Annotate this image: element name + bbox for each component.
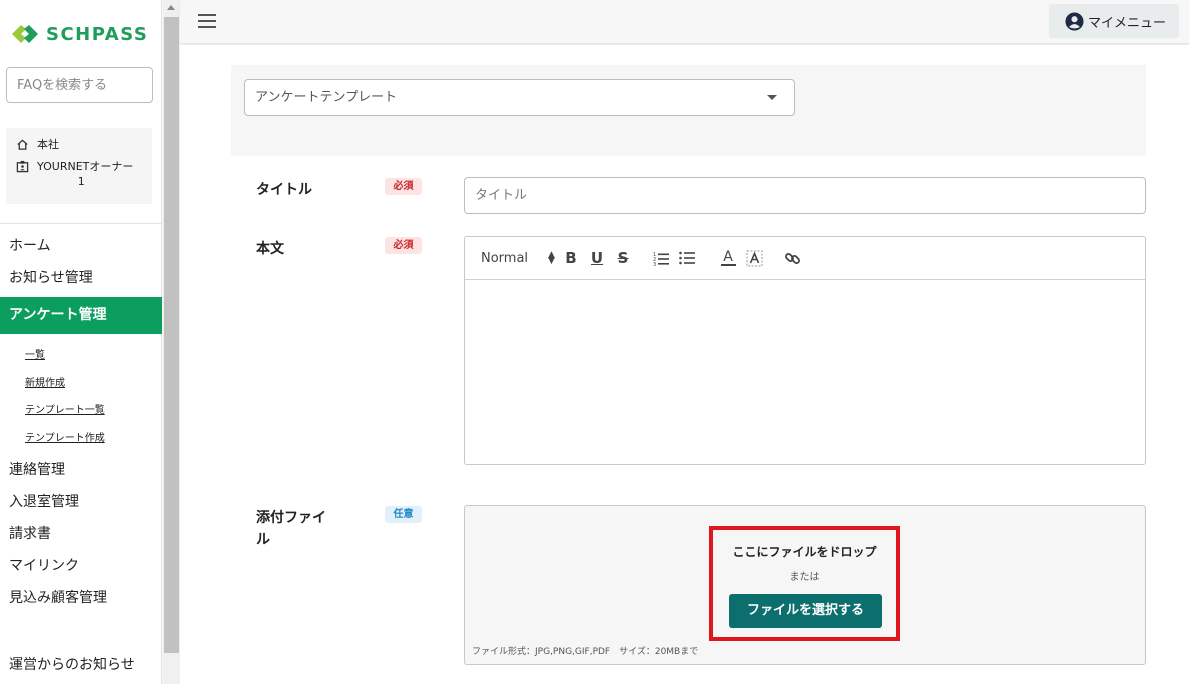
survey-submenu: 一覧 新規作成 テンプレート一覧 テンプレート作成 — [0, 342, 162, 452]
title-required-badge: 必須 — [385, 178, 422, 195]
sidebar-divider — [0, 223, 162, 224]
org-company-label: 本社 — [37, 138, 59, 151]
link-icon — [784, 252, 800, 264]
org-user[interactable]: YOURNETオーナー 1 — [16, 159, 142, 189]
title-label: タイトル — [256, 182, 312, 198]
sidebar-item-mylink[interactable]: マイリンク — [0, 553, 162, 579]
sidebar-item-home[interactable]: ホーム — [0, 233, 162, 259]
scroll-up-icon[interactable] — [167, 5, 175, 10]
mymenu-label: マイメニュー — [1088, 15, 1167, 31]
survey-sub-template-new[interactable]: テンプレート作成 — [0, 425, 162, 453]
title-input[interactable] — [464, 177, 1146, 214]
org-user-label: YOURNETオーナー 1 — [37, 159, 133, 189]
sidebar-item-invoice[interactable]: 請求書 — [0, 521, 162, 547]
sidebar-nav: ホーム お知らせ管理 アンケート管理 一覧 新規作成 テンプレート一覧 テンプレ… — [0, 233, 162, 617]
attach-optional-badge: 任意 — [385, 506, 422, 523]
sidebar-item-ops-notice[interactable]: 運営からのお知らせ — [9, 654, 135, 674]
survey-sub-list[interactable]: 一覧 — [0, 342, 162, 370]
file-dropzone[interactable]: ここにファイルをドロップ または ファイルを選択する ファイル形式：JPG,PN… — [464, 505, 1146, 665]
updown-icon: ▲ ▼ — [548, 250, 555, 266]
editor-body[interactable] — [465, 281, 1145, 465]
sidebar-item-notice[interactable]: お知らせ管理 — [0, 265, 162, 291]
scroll-thumb[interactable] — [164, 17, 179, 653]
bold-button[interactable]: B — [561, 248, 581, 268]
sidebar-item-survey[interactable]: アンケート管理 — [0, 297, 162, 334]
org-user-num: 1 — [77, 175, 85, 188]
attach-label: 添付ファイ ル — [256, 507, 326, 551]
logo-icon — [12, 25, 38, 43]
sidebar-item-prospect[interactable]: 見込み顧客管理 — [0, 585, 162, 611]
template-select-placeholder: アンケートテンプレート — [255, 90, 398, 105]
body-required-badge: 必須 — [385, 237, 422, 254]
id-badge-icon — [16, 160, 29, 173]
drop-text: ここにファイルをドロップ — [732, 545, 877, 559]
menu-toggle-icon[interactable] — [198, 14, 216, 28]
user-avatar-icon — [1065, 11, 1084, 31]
sidebar-item-contact[interactable]: 連絡管理 — [0, 457, 162, 483]
background-color-icon — [746, 250, 762, 266]
template-select[interactable]: アンケートテンプレート — [244, 79, 795, 116]
bold-icon: B — [565, 249, 577, 267]
highlight-box: ここにファイルをドロップ または ファイルを選択する — [709, 526, 900, 641]
caret-down-icon — [767, 95, 777, 100]
attach-label-line1: 添付ファイ — [256, 510, 326, 526]
logo[interactable]: SCHPASS — [10, 20, 148, 48]
ordered-list-icon: 1 2 3 — [653, 252, 669, 266]
background-color-button[interactable] — [745, 248, 763, 268]
body-label: 本文 — [256, 241, 284, 257]
faq-search-input[interactable] — [6, 67, 153, 103]
format-select-label: Normal — [481, 250, 529, 266]
svg-text:3: 3 — [653, 262, 656, 266]
template-panel: アンケートテンプレート — [231, 65, 1146, 156]
link-button[interactable] — [783, 248, 801, 268]
bullet-list-button[interactable] — [677, 248, 697, 268]
select-file-button[interactable]: ファイルを選択する — [729, 594, 882, 628]
sidebar: SCHPASS 本社 YOURNETオーナー 1 ホーム お知らせ管理 ア — [0, 0, 162, 684]
attach-label-line2: ル — [256, 532, 270, 548]
strike-button[interactable]: S — [613, 248, 633, 268]
mymenu-button[interactable]: マイメニュー — [1049, 4, 1179, 38]
sidebar-item-entry[interactable]: 入退室管理 — [0, 489, 162, 515]
main-content: アンケートテンプレート タイトル 必須 本文 必須 Normal ▲▼ B U … — [180, 45, 1189, 684]
sidebar-scrollbar[interactable] — [163, 0, 180, 684]
home-icon — [17, 139, 28, 150]
format-select[interactable]: Normal ▲ ▼ — [481, 248, 561, 268]
text-color-icon: A — [723, 249, 733, 265]
or-text: または — [789, 572, 820, 583]
rich-text-editor: Normal ▲ ▼ B U S 1 2 3 A — [464, 236, 1146, 465]
bullet-list-icon — [678, 251, 695, 265]
survey-sub-new[interactable]: 新規作成 — [0, 370, 162, 398]
strike-icon: S — [617, 249, 629, 267]
logo-text: SCHPASS — [46, 23, 149, 45]
text-color-button[interactable]: A — [719, 248, 737, 268]
underline-button[interactable]: U — [587, 248, 607, 268]
ordered-list-button[interactable]: 1 2 3 — [651, 248, 671, 268]
underline-icon: U — [590, 249, 604, 267]
top-header: マイメニュー — [180, 0, 1189, 44]
org-info: 本社 YOURNETオーナー 1 — [6, 128, 152, 204]
survey-sub-template-list[interactable]: テンプレート一覧 — [0, 397, 162, 425]
file-format-note: ファイル形式：JPG,PNG,GIF,PDF サイズ：20MBまで — [472, 647, 699, 657]
editor-toolbar: Normal ▲ ▼ B U S 1 2 3 A — [465, 237, 1145, 280]
org-user-name: YOURNETオーナー — [37, 160, 134, 173]
org-company[interactable]: 本社 — [16, 137, 142, 152]
